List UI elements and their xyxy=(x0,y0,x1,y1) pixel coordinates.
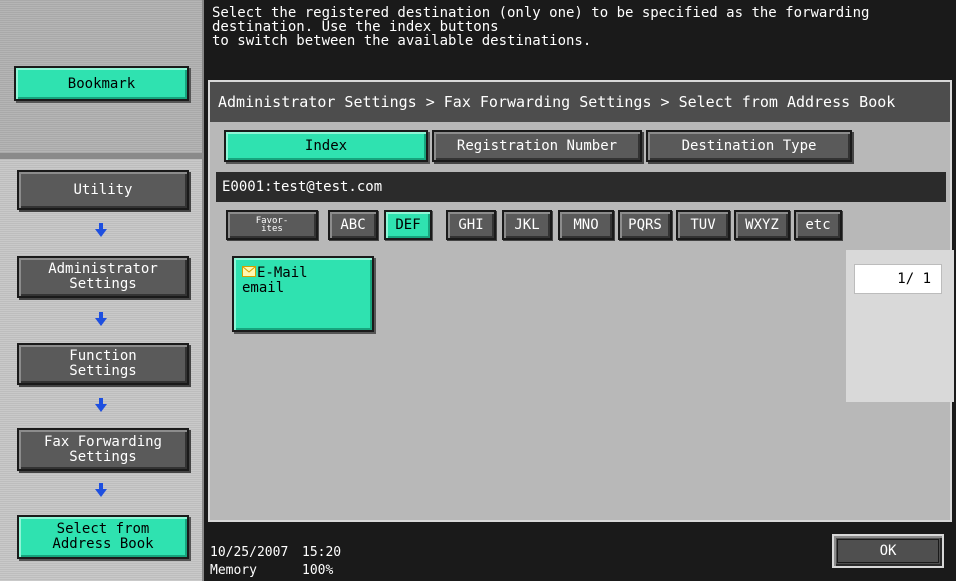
instruction-message: Select the registered destination (only … xyxy=(212,5,870,49)
destination-email-button[interactable]: E-Mail email xyxy=(232,256,374,332)
destination-name: email xyxy=(242,280,285,296)
index-abc-button[interactable]: ABC xyxy=(328,210,378,240)
ok-label: OK xyxy=(879,543,897,559)
tab-destination-type[interactable]: Destination Type xyxy=(646,130,852,162)
nav-fax-forwarding-settings-button[interactable]: Fax Forwarding Settings xyxy=(17,428,189,471)
bookmark-button[interactable]: Bookmark xyxy=(14,66,189,101)
arrow-down-icon xyxy=(95,483,107,497)
left-panel: Bookmark Utility Administrator Settings … xyxy=(0,0,204,581)
index-mno-button[interactable]: MNO xyxy=(558,210,614,240)
index-ghi-button[interactable]: GHI xyxy=(446,210,496,240)
index-wxyz-button[interactable]: WXYZ xyxy=(734,210,790,240)
index-tuv-button[interactable]: TUV xyxy=(676,210,730,240)
right-panel: Select the registered destination (only … xyxy=(204,0,956,581)
tab-registration-number[interactable]: Registration Number xyxy=(432,130,642,162)
arrow-down-icon xyxy=(95,398,107,412)
index-favorites-button[interactable]: Favor- ites xyxy=(226,210,318,240)
selected-destination-field: E0001:test@test.com xyxy=(216,172,946,202)
footer-date: 10/25/2007 xyxy=(210,545,289,560)
page-indicator-box: 1/ 1 xyxy=(846,250,954,402)
footer-memory-label: Memory xyxy=(210,563,257,578)
ok-button[interactable]: OK xyxy=(832,534,944,568)
index-def-button[interactable]: DEF xyxy=(384,210,432,240)
index-etc-button[interactable]: etc xyxy=(794,210,842,240)
footer-memory-value: 100% xyxy=(302,563,334,578)
page-counter: 1/ 1 xyxy=(854,264,942,294)
index-pqrs-button[interactable]: PQRS xyxy=(618,210,672,240)
left-divider xyxy=(0,153,204,159)
destination-type-label: E-Mail xyxy=(257,265,308,281)
nav-function-settings-button[interactable]: Function Settings xyxy=(17,343,189,385)
nav-utility-button[interactable]: Utility xyxy=(17,170,189,210)
arrow-down-icon xyxy=(95,223,107,237)
breadcrumb: Administrator Settings > Fax Forwarding … xyxy=(210,82,950,122)
index-jkl-button[interactable]: JKL xyxy=(502,210,552,240)
nav-administrator-settings-button[interactable]: Administrator Settings xyxy=(17,256,189,298)
destination-type-line: E-Mail xyxy=(242,266,372,281)
arrow-down-icon xyxy=(95,312,107,326)
tab-index[interactable]: Index xyxy=(224,130,428,162)
main-panel: Administrator Settings > Fax Forwarding … xyxy=(208,80,954,522)
mail-icon xyxy=(242,266,256,281)
footer-time: 15:20 xyxy=(302,545,342,560)
nav-select-from-address-book-button[interactable]: Select from Address Book xyxy=(17,515,189,559)
